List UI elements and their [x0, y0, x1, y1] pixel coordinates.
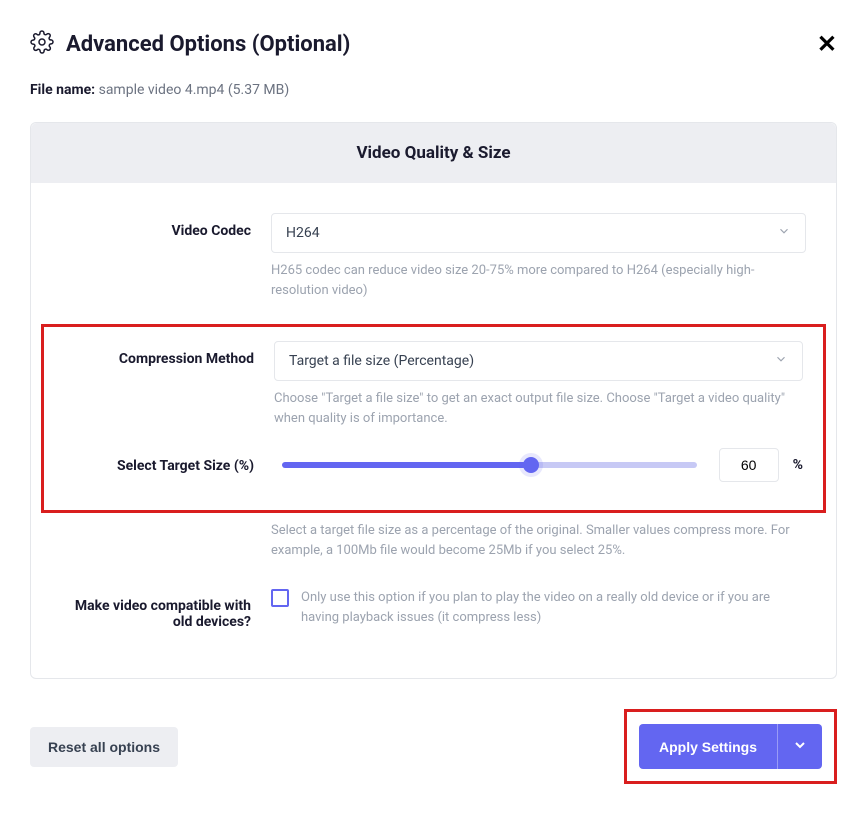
compat-text: Only use this option if you plan to play… [301, 588, 806, 627]
chevron-down-icon [792, 737, 808, 756]
card-header: Video Quality & Size [31, 123, 836, 183]
apply-group: Apply Settings [624, 709, 837, 784]
codec-label: Video Codec [61, 213, 251, 239]
target-size-help: Select a target file size as a percentag… [271, 521, 806, 560]
compression-value: Target a file size (Percentage) [289, 353, 474, 369]
apply-button[interactable]: Apply Settings [639, 724, 777, 769]
target-size-label: Select Target Size (%) [64, 448, 254, 474]
codec-select[interactable]: H264 [271, 213, 806, 253]
codec-value: H264 [286, 225, 320, 241]
target-size-row: Select Target Size (%) % [48, 448, 819, 482]
slider-thumb[interactable] [523, 457, 539, 473]
reset-button[interactable]: Reset all options [30, 727, 178, 767]
target-size-input[interactable] [719, 448, 779, 482]
close-icon[interactable]: ✕ [817, 32, 837, 56]
dialog-title: Advanced Options (Optional) [66, 32, 350, 57]
dialog-header: Advanced Options (Optional) ✕ [30, 30, 837, 58]
gear-icon [30, 30, 54, 58]
apply-dropdown-button[interactable] [777, 724, 822, 769]
codec-help: H265 codec can reduce video size 20-75% … [271, 261, 806, 300]
chevron-down-icon [777, 224, 791, 242]
dialog-footer: Reset all options Apply Settings [30, 709, 837, 784]
compat-label: Make video compatible with old devices? [61, 588, 251, 630]
compression-label: Compression Method [64, 341, 254, 367]
target-size-slider[interactable] [282, 462, 697, 468]
chevron-down-icon [774, 352, 788, 370]
header-left: Advanced Options (Optional) [30, 30, 350, 58]
compat-checkbox[interactable] [271, 589, 289, 607]
card-body: Video Codec H264 H265 codec can reduce v… [31, 183, 836, 678]
settings-card: Video Quality & Size Video Codec H264 H2… [30, 122, 837, 679]
compat-row: Make video compatible with old devices? … [61, 588, 806, 630]
highlighted-section: Compression Method Target a file size (P… [41, 324, 826, 513]
file-name-label: File name: [30, 82, 95, 98]
file-info: File name: sample video 4.mp4 (5.37 MB) [30, 82, 837, 98]
file-name-value: sample video 4.mp4 (5.37 MB) [99, 82, 290, 98]
compression-select[interactable]: Target a file size (Percentage) [274, 341, 803, 381]
codec-row: Video Codec H264 [61, 213, 806, 253]
compression-row: Compression Method Target a file size (P… [48, 341, 819, 381]
target-size-unit: % [793, 457, 803, 473]
compression-help: Choose "Target a file size" to get an ex… [258, 389, 819, 428]
slider-container: % [274, 448, 803, 482]
